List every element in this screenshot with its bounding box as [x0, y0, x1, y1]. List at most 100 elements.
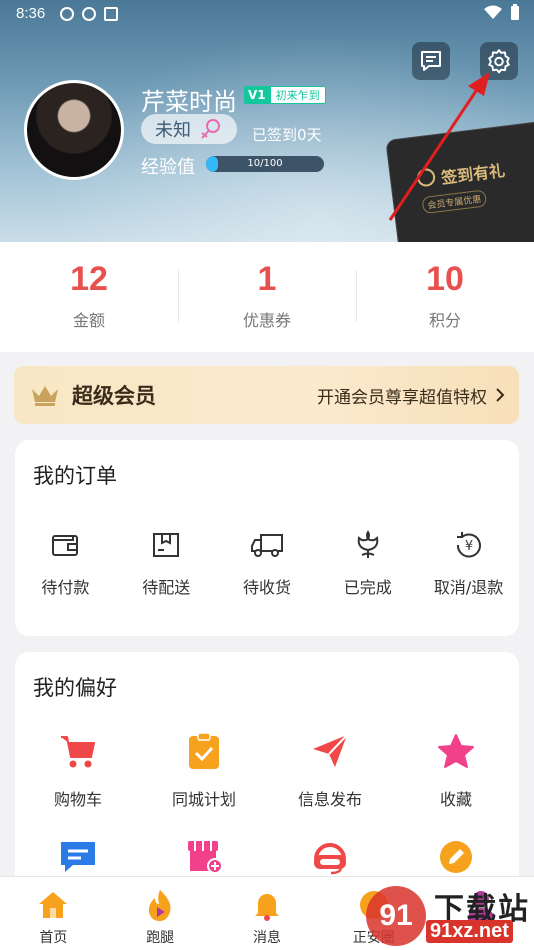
female-icon [201, 119, 220, 139]
wallet-icon [52, 535, 79, 556]
order-item-refund[interactable]: ¥ 取消/退款 [418, 528, 519, 598]
tab-messages[interactable]: 消息 [214, 877, 321, 950]
sign-in-icon [416, 167, 437, 188]
order-item-label: 已完成 [343, 578, 392, 597]
level-badge: V1 初来乍到 [244, 86, 326, 104]
svg-text:¥: ¥ [464, 539, 472, 554]
chevron-right-icon [496, 388, 505, 402]
tab-circle[interactable]: 正安圈 [320, 877, 427, 950]
pref-item-favorites[interactable]: 收藏 [393, 730, 519, 810]
stat-label: 积分 [428, 311, 461, 330]
tab-errand[interactable]: 跑腿 [107, 877, 214, 950]
pref-item-publish[interactable]: 信息发布 [267, 730, 393, 810]
pref-item-cart[interactable]: 购物车 [15, 730, 141, 810]
username: 芹菜时尚 [141, 88, 237, 116]
message-button[interactable] [412, 42, 450, 80]
pref-item-label: 同城计划 [171, 790, 236, 809]
message-icon [421, 51, 441, 71]
chat-icon [61, 842, 95, 872]
order-item-unpaid[interactable]: 待付款 [15, 528, 116, 598]
order-item-completed[interactable]: 已完成 [317, 528, 418, 598]
flower-icon [357, 530, 379, 558]
cart-icon [61, 736, 95, 768]
profile-header: 8:36 芹菜时尚 V1 初来乍到 未知 已签到0天 经验值 10/100 签到… [0, 0, 534, 242]
order-item-label: 待配送 [142, 578, 191, 597]
stat-balance[interactable]: 12 金额 [0, 242, 178, 352]
order-item-label: 取消/退款 [433, 578, 504, 597]
send-icon [313, 734, 348, 767]
exp-progress-bar: 10/100 [206, 156, 324, 172]
stat-points[interactable]: 10 积分 [356, 242, 534, 352]
bottom-tab-bar: 首页 跑腿 消息 正安圈 我的 [0, 876, 534, 950]
vip-cta-text: 开通会员尊享超值特权 [317, 387, 487, 408]
package-icon [153, 533, 180, 557]
battery-icon [511, 4, 519, 20]
order-item-label: 待付款 [41, 578, 90, 597]
sign-in-subtitle: 会员专属优惠 [421, 189, 488, 215]
settings-button[interactable] [480, 42, 518, 80]
crown-icon [32, 386, 58, 406]
app-notification-icon [82, 7, 96, 21]
gender-label: 未知 [155, 120, 191, 141]
star-icon [438, 734, 474, 768]
vip-banner[interactable]: 超级会员 开通会员尊享超值特权 [14, 366, 519, 424]
stats-bar: 12 金额 1 优惠券 10 积分 [0, 242, 534, 352]
gender-pill[interactable]: 未知 [141, 114, 237, 144]
circle-icon [359, 891, 388, 919]
stat-value: 1 [257, 260, 277, 298]
stat-value: 10 [426, 260, 464, 298]
pref-item-label: 购物车 [53, 790, 102, 809]
tab-label: 我的 [466, 930, 495, 946]
tab-label: 消息 [252, 930, 281, 946]
headset-icon [314, 843, 346, 875]
stat-coupons[interactable]: 1 优惠券 [178, 242, 356, 352]
flame-icon [149, 890, 171, 921]
tab-home[interactable]: 首页 [0, 877, 107, 950]
pref-item-label: 收藏 [439, 790, 472, 809]
preferences-title: 我的偏好 [33, 676, 117, 700]
sign-in-title: 签到有礼 [440, 160, 507, 188]
level-badge-title: 初来乍到 [269, 86, 326, 104]
user-icon [467, 891, 494, 920]
tab-mine[interactable]: 我的 [427, 877, 534, 950]
stat-label: 金额 [72, 311, 105, 330]
pref-item-support[interactable] [267, 836, 393, 878]
sign-in-card[interactable]: 签到有礼 会员专属优惠 [385, 120, 534, 242]
pref-item-store[interactable] [141, 836, 267, 878]
home-icon [39, 892, 68, 918]
bell-icon [254, 894, 279, 921]
pref-item-chat[interactable] [15, 836, 141, 878]
pref-item-edit[interactable] [393, 836, 519, 878]
store-icon [188, 841, 223, 874]
tab-label: 首页 [39, 930, 68, 946]
clipboard-check-icon [189, 732, 219, 769]
stat-value: 12 [70, 260, 108, 298]
order-item-to-receive[interactable]: 待收货 [217, 528, 318, 598]
avatar[interactable] [24, 80, 124, 180]
pref-item-label: 信息发布 [297, 790, 362, 809]
tab-label: 正安圈 [352, 930, 395, 946]
status-bar: 8:36 [0, 0, 534, 28]
refund-icon: ¥ [456, 532, 481, 558]
notification-icons [60, 7, 118, 21]
tab-label: 跑腿 [146, 930, 175, 946]
vip-title: 超级会员 [72, 384, 156, 408]
preferences-card: 我的偏好 购物车 同城计划 信息发布 收藏 [15, 652, 519, 892]
level-badge-level: V1 [244, 86, 270, 104]
wifi-icon [484, 5, 502, 19]
orders-card: 我的订单 待付款 待配送 待收货 已完成 ¥ 取消/退款 [15, 440, 519, 636]
stat-label: 优惠券 [242, 311, 291, 330]
gear-icon [488, 49, 510, 74]
order-item-to-ship[interactable]: 待配送 [116, 528, 217, 598]
truck-icon [250, 534, 283, 557]
pref-item-city-plan[interactable]: 同城计划 [141, 730, 267, 810]
exp-label: 经验值 [141, 157, 195, 178]
status-time: 8:36 [16, 5, 46, 22]
vip-cta[interactable]: 开通会员尊享超值特权 [317, 383, 505, 408]
sign-status: 已签到0天 [252, 126, 322, 144]
edit-icon [440, 841, 472, 873]
exp-progress-text: 10/100 [247, 158, 283, 169]
app-notification-icon [60, 7, 74, 21]
orders-title: 我的订单 [33, 464, 117, 488]
app-notification-icon [104, 7, 118, 21]
